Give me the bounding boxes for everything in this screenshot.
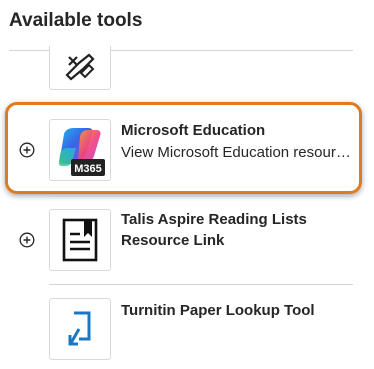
tool-icon-tile [49,209,111,271]
tool-icon-tile [49,298,111,360]
tool-name: Turnitin Paper Lookup Tool [121,302,315,319]
add-tool-button[interactable] [19,232,35,248]
row-divider [49,196,353,197]
tool-glyph-icon [65,53,95,80]
reading-list-icon [62,218,98,262]
tool-name: Talis Aspire Reading Lists Resource Link [121,211,307,249]
row-divider [49,284,353,285]
paper-lookup-icon [68,311,91,346]
panel-title: Available tools [9,10,143,31]
plus-circle-icon [19,232,35,248]
tool-icon-tile [49,46,111,90]
highlight-box [5,102,362,194]
